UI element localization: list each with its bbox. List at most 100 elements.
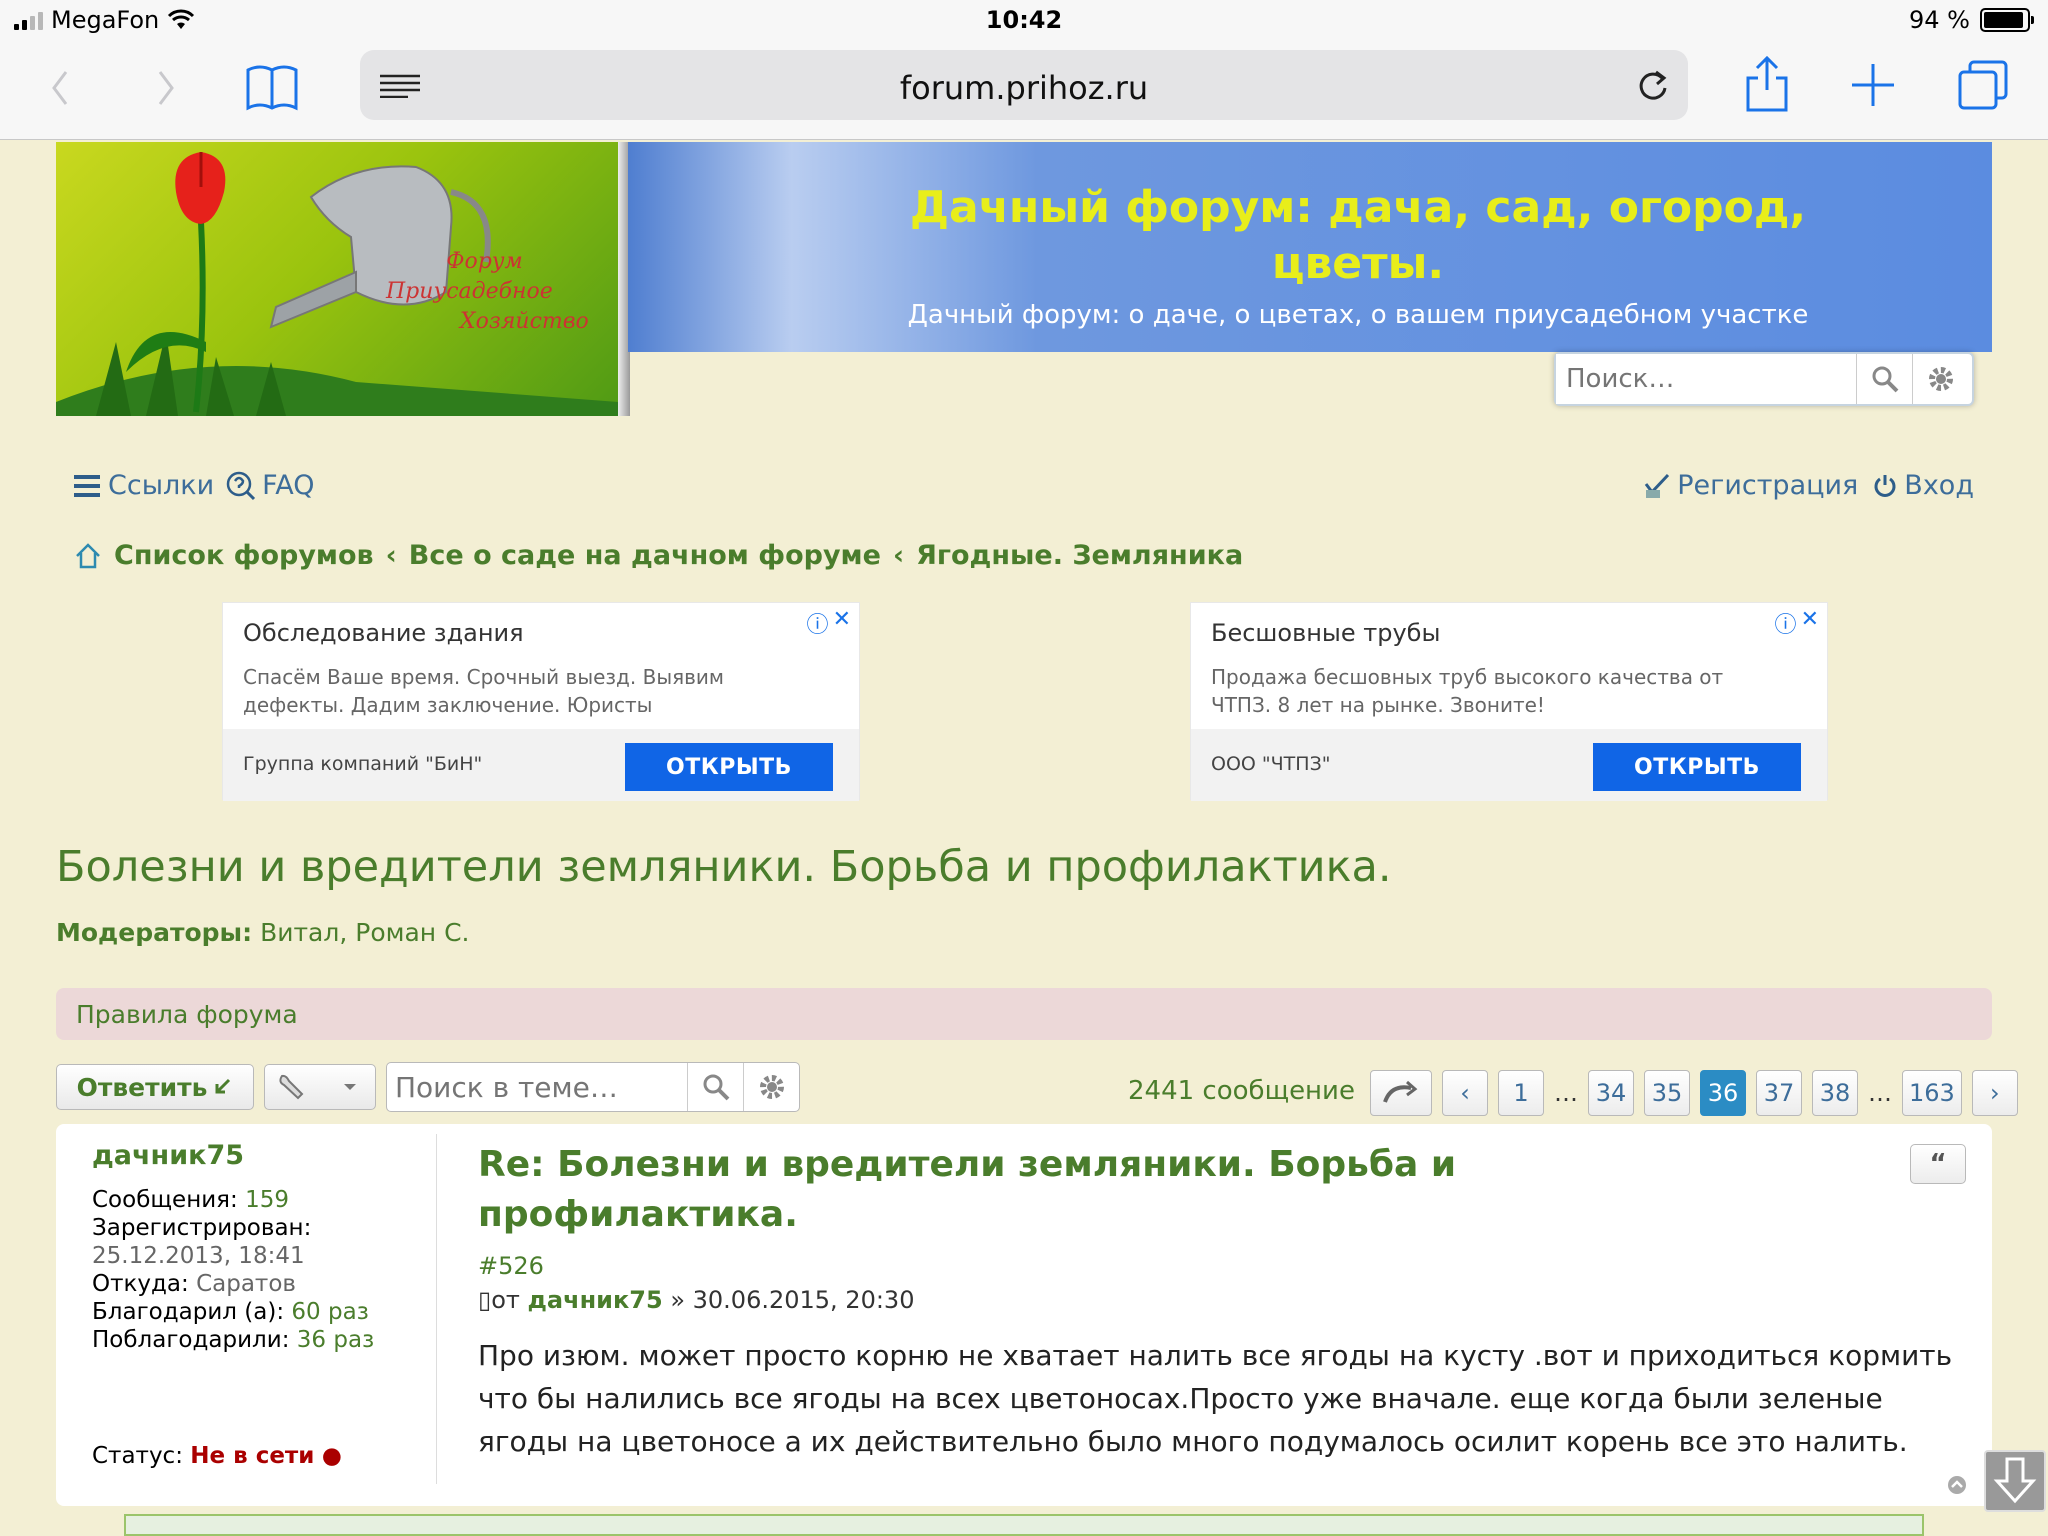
site-title[interactable]: Дачный форум: дача, сад, огород, цветы. xyxy=(858,180,1858,292)
breadcrumb-category[interactable]: Все о саде на дачном форуме xyxy=(409,540,881,571)
reload-icon[interactable] xyxy=(1636,68,1670,104)
status-value: Не в сети xyxy=(190,1443,315,1469)
profile-divider xyxy=(436,1134,437,1484)
post-number[interactable]: #526 xyxy=(478,1252,544,1280)
scroll-down-button[interactable] xyxy=(1984,1450,2046,1512)
next-page-button[interactable]: › xyxy=(1971,1070,2018,1116)
search-button[interactable] xyxy=(1856,354,1912,404)
forum-logo[interactable]: Форум Приусадебное Хозяйство xyxy=(56,142,618,416)
status-bar: MegaFon 10:42 94 % xyxy=(0,0,2048,42)
status-label: Статус: xyxy=(92,1443,183,1469)
topic-search-button[interactable] xyxy=(687,1063,743,1111)
chevron-right-icon: › xyxy=(1990,1079,2000,1107)
quote-button[interactable]: “ xyxy=(1910,1144,1966,1184)
quote-icon: “ xyxy=(1929,1149,1947,1179)
post-meta: ▯от дачник75 » 30.06.2015, 20:30 xyxy=(478,1286,914,1314)
pagination-ellipsis: … xyxy=(1868,1079,1892,1107)
location-value: Саратов xyxy=(196,1271,296,1297)
home-icon xyxy=(76,542,100,568)
menu-icon xyxy=(74,474,100,497)
forum-rules-link[interactable]: Правила форума xyxy=(56,988,1992,1040)
header-search-box xyxy=(1554,352,1974,406)
info-icon[interactable]: ⓘ xyxy=(1775,607,1797,639)
prev-page-button[interactable]: ‹ xyxy=(1442,1070,1488,1116)
login-link[interactable]: Вход xyxy=(1872,470,1974,501)
topic-tools-button[interactable] xyxy=(264,1064,376,1110)
page-link[interactable]: 35 xyxy=(1644,1070,1690,1116)
post-date: » 30.06.2015, 20:30 xyxy=(670,1286,915,1314)
battery-percent: 94 % xyxy=(1909,6,1970,34)
pagination-ellipsis: … xyxy=(1554,1079,1578,1107)
offline-dot-icon: ● xyxy=(321,1443,342,1469)
gear-icon xyxy=(759,1075,784,1099)
author-username[interactable]: дачник75 xyxy=(92,1142,432,1170)
registered-date: 25.12.2013, 18:41 xyxy=(92,1243,305,1269)
bookmarks-icon[interactable] xyxy=(244,62,300,112)
got-thanks-count[interactable]: 36 раз xyxy=(297,1327,375,1353)
topic-search-input[interactable] xyxy=(387,1063,687,1111)
logo-text: Форум Приусадебное Хозяйство xyxy=(386,249,589,334)
ad-title[interactable]: Обследование здания xyxy=(243,619,524,647)
breadcrumb-forum-index[interactable]: Список форумов xyxy=(114,540,374,571)
close-icon[interactable]: ✕ xyxy=(833,607,851,639)
advanced-search-button[interactable] xyxy=(1912,354,1968,404)
thanked-label: Благодарил (а): xyxy=(92,1299,285,1325)
nav-bar: Ссылки FAQ Регистрация Вход xyxy=(74,470,1974,506)
share-icon[interactable] xyxy=(1744,56,1790,112)
page-link[interactable]: 34 xyxy=(1588,1070,1634,1116)
address-bar[interactable]: forum.prihoz.ru xyxy=(360,50,1688,120)
page-link[interactable]: 163 xyxy=(1902,1070,1962,1116)
online-status: Статус: Не в сети ● xyxy=(92,1442,342,1470)
back-to-top-icon[interactable] xyxy=(1946,1474,1968,1496)
chevron-left-icon: ‹ xyxy=(1460,1079,1470,1107)
search-icon xyxy=(1872,366,1898,393)
breadcrumb-subforum[interactable]: Ягодные. Земляника xyxy=(916,540,1243,571)
reply-button[interactable]: Ответить xyxy=(56,1064,254,1110)
gear-icon xyxy=(1928,367,1953,391)
close-icon[interactable]: ✕ xyxy=(1801,607,1819,639)
jump-to-page-button[interactable] xyxy=(1370,1070,1432,1116)
ad-title[interactable]: Бесшовные трубы xyxy=(1211,619,1440,647)
by-label: от xyxy=(491,1286,520,1314)
links-menu[interactable]: Ссылки xyxy=(74,470,214,501)
registered-label: Зарегистрирован: xyxy=(92,1215,312,1241)
ad-company: Группа компаний "БиН" xyxy=(243,753,483,775)
moderators-list[interactable]: Витал, Роман С. xyxy=(260,918,469,947)
reply-arrow-icon xyxy=(215,1078,231,1094)
clock: 10:42 xyxy=(985,6,1063,34)
ad-block[interactable]: ⓘ ✕ Обследование здания Спасём Ваше время… xyxy=(222,602,860,801)
back-icon[interactable] xyxy=(48,68,72,108)
battery-icon xyxy=(1980,8,2034,32)
topic-advanced-search-button[interactable] xyxy=(743,1063,799,1111)
breadcrumb: Список форумов ‹ Все о саде на дачном фо… xyxy=(74,540,1243,571)
site-description: Дачный форум: о даче, о цветах, о вашем … xyxy=(907,300,1809,330)
new-tab-icon[interactable] xyxy=(1850,62,1896,108)
tabs-icon[interactable] xyxy=(1958,60,2010,110)
messages-count[interactable]: 159 xyxy=(245,1187,289,1213)
page-link[interactable]: 1 xyxy=(1498,1070,1544,1116)
links-label: Ссылки xyxy=(108,470,215,501)
ad-open-button[interactable]: ОТКРЫТЬ xyxy=(625,743,833,791)
page-link[interactable]: 37 xyxy=(1756,1070,1802,1116)
thanked-count[interactable]: 60 раз xyxy=(291,1299,369,1325)
location-label: Откуда: xyxy=(92,1271,189,1297)
topic-title[interactable]: Болезни и вредители земляники. Борьба и … xyxy=(56,842,1392,892)
battery-level xyxy=(1984,12,2024,28)
post-icon[interactable]: ▯ xyxy=(478,1286,491,1314)
faq-link[interactable]: FAQ xyxy=(226,470,314,501)
info-icon[interactable]: ⓘ xyxy=(807,607,829,639)
url-text: forum.prihoz.ru xyxy=(899,69,1149,107)
page-link[interactable]: 38 xyxy=(1812,1070,1858,1116)
register-link[interactable]: Регистрация xyxy=(1643,470,1858,501)
search-input[interactable] xyxy=(1556,354,1856,404)
post-author-link[interactable]: дачник75 xyxy=(528,1286,663,1314)
topic-search-box xyxy=(386,1062,800,1112)
jump-arrow-icon xyxy=(1383,1080,1418,1103)
chevron-left-icon: ‹ xyxy=(892,540,905,571)
wrench-icon xyxy=(279,1074,304,1100)
post-title[interactable]: Re: Болезни и вредители земляники. Борьб… xyxy=(478,1140,1478,1240)
arrow-down-icon xyxy=(1993,1457,2037,1504)
ad-block[interactable]: ⓘ ✕ Бесшовные трубы Продажа бесшовных тру… xyxy=(1190,602,1828,801)
forward-icon[interactable] xyxy=(154,68,178,108)
ad-open-button[interactable]: ОТКРЫТЬ xyxy=(1593,743,1801,791)
